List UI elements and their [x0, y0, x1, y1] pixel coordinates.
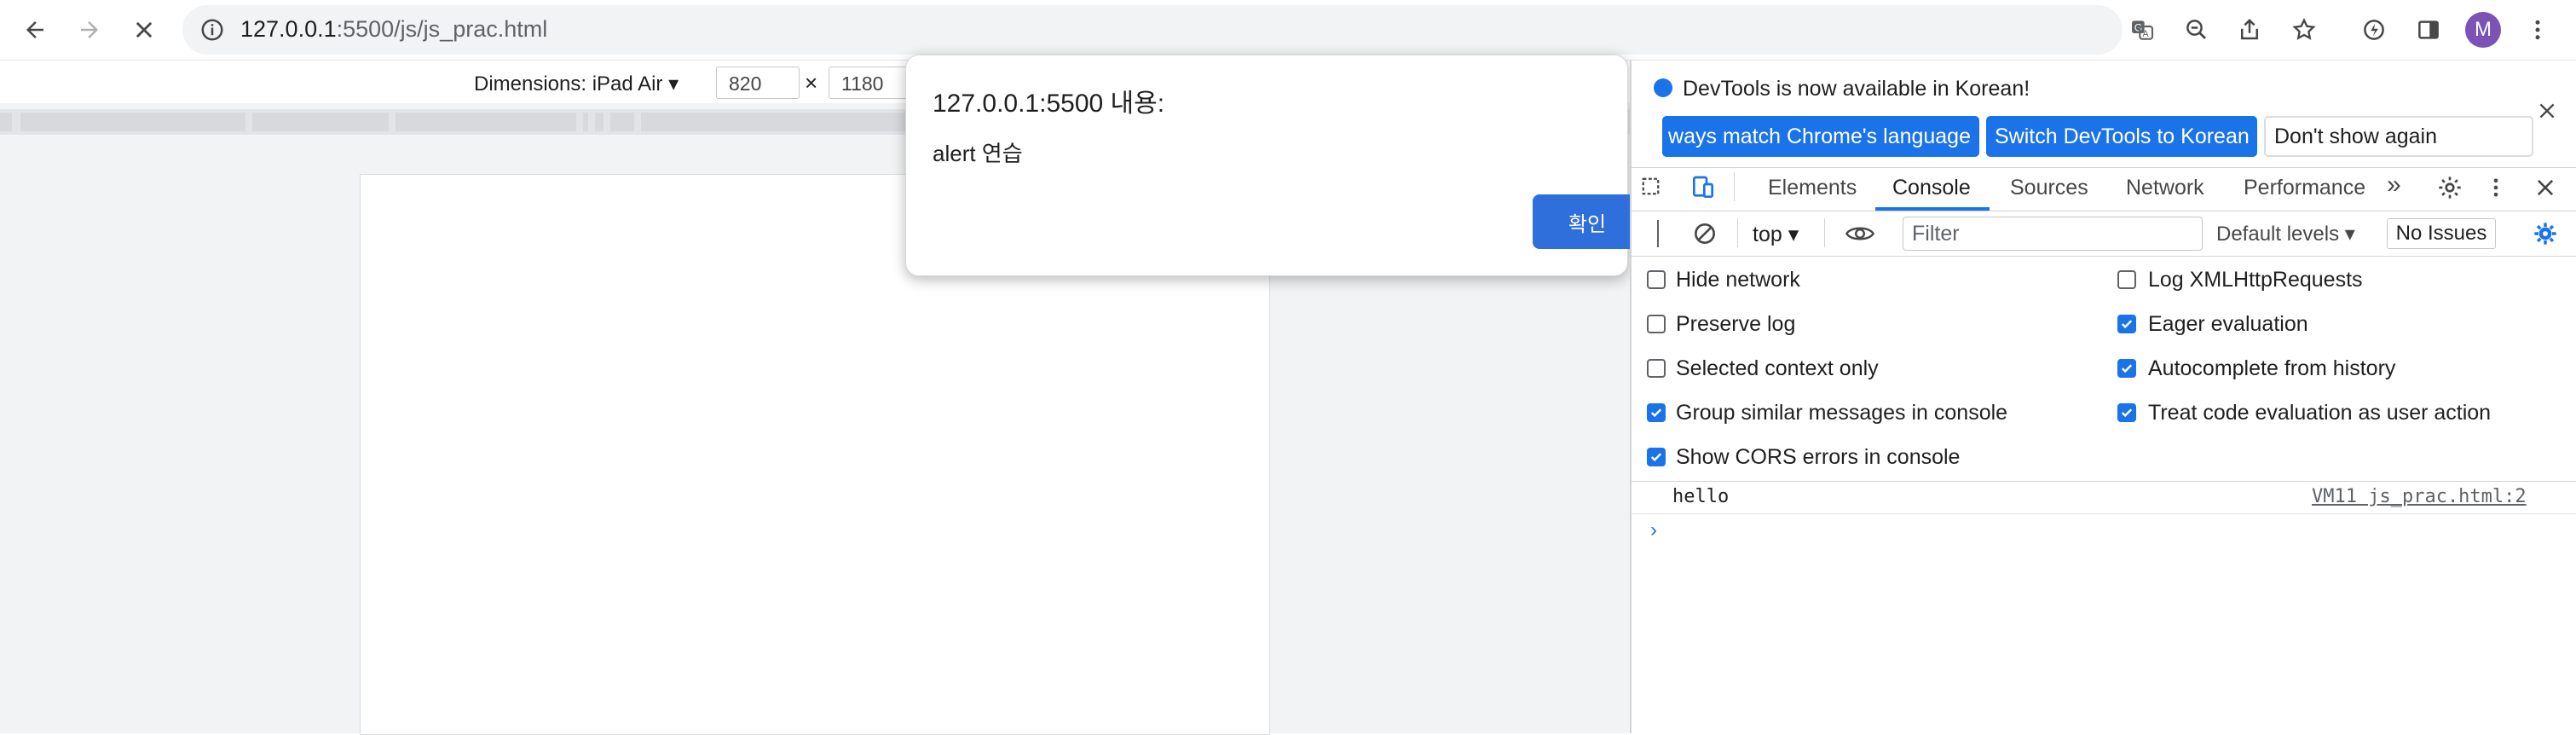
- extension-icon[interactable]: [2354, 10, 2394, 49]
- more-menu-icon[interactable]: [2518, 10, 2557, 49]
- clear-console-icon[interactable]: [1691, 220, 1718, 247]
- toolbar-divider: [1734, 172, 1735, 201]
- forward-icon[interactable]: [70, 10, 109, 49]
- inspect-element-icon[interactable]: [1640, 176, 1666, 201]
- alert-ok-button[interactable]: 확인: [1533, 194, 1642, 249]
- devtools-menu-icon[interactable]: [2484, 176, 2508, 200]
- media-query-segment[interactable]: [641, 113, 905, 131]
- more-tabs-icon[interactable]: »: [2387, 171, 2401, 200]
- context-selector[interactable]: top ▾: [1753, 222, 1799, 247]
- media-query-segment[interactable]: [20, 113, 245, 131]
- tab-network[interactable]: Network: [2126, 176, 2204, 200]
- tab-elements[interactable]: Elements: [1768, 176, 1857, 200]
- translate-icon[interactable]: GA: [2123, 10, 2162, 49]
- alert-message: alert 연습: [933, 141, 1023, 166]
- label-hide-network: Hide network: [1676, 268, 1800, 292]
- checkbox-log-xhr[interactable]: [2117, 270, 2136, 289]
- avatar[interactable]: M: [2465, 12, 2501, 48]
- checkbox-hide-network[interactable]: [1647, 270, 1666, 289]
- label-show-cors-errors: Show CORS errors in console: [1676, 445, 1961, 469]
- checkbox-group-similar[interactable]: [1647, 403, 1666, 422]
- media-query-segment[interactable]: [252, 113, 389, 131]
- live-expression-eye-icon[interactable]: [1845, 222, 1875, 246]
- label-autocomplete-history: Autocomplete from history: [2148, 356, 2396, 380]
- device-width-input[interactable]: 820: [716, 67, 800, 99]
- url-host: 127.0.0.1: [240, 16, 337, 42]
- side-panel-icon[interactable]: [2409, 10, 2448, 49]
- media-query-segment[interactable]: [595, 113, 604, 131]
- console-filter-input[interactable]: Filter: [1903, 217, 2203, 251]
- media-query-segment[interactable]: [396, 113, 576, 131]
- share-icon[interactable]: [2230, 10, 2269, 49]
- label-log-xhr: Log XMLHttpRequests: [2148, 268, 2363, 292]
- console-prompt-icon[interactable]: ›: [1650, 518, 1657, 542]
- settings-gear-icon[interactable]: [2436, 174, 2463, 201]
- label-eager-evaluation: Eager evaluation: [2148, 312, 2308, 336]
- tab-sources[interactable]: Sources: [2010, 176, 2088, 200]
- checkbox-eager-evaluation[interactable]: [2117, 315, 2136, 333]
- bookmark-star-icon[interactable]: [2284, 10, 2324, 49]
- media-query-segment[interactable]: [0, 113, 12, 131]
- checkbox-treat-as-user-action[interactable]: [2117, 403, 2136, 422]
- dimension-separator: ×: [805, 70, 818, 95]
- info-icon: [1654, 78, 1672, 97]
- language-banner-text: DevTools is now available in Korean!: [1683, 77, 2030, 101]
- device-toggle-icon[interactable]: [1689, 174, 1717, 201]
- site-info-icon[interactable]: [199, 17, 225, 43]
- media-query-segment[interactable]: [583, 113, 588, 131]
- close-devtools-icon[interactable]: [2533, 176, 2557, 200]
- media-query-segment[interactable]: [610, 113, 634, 131]
- match-language-button[interactable]: ways match Chrome's language: [1662, 116, 1979, 157]
- toolbar-divider: [1737, 218, 1738, 247]
- url-text[interactable]: 127.0.0.1:5500/js/js_prac.html: [240, 15, 547, 43]
- switch-to-korean-button[interactable]: Switch DevTools to Korean: [1986, 116, 2257, 157]
- checkbox-autocomplete-history[interactable]: [2117, 359, 2136, 378]
- svg-text:A: A: [2143, 29, 2150, 39]
- close-icon[interactable]: [2532, 95, 2562, 126]
- log-levels-dropdown[interactable]: Default levels ▾: [2216, 222, 2355, 246]
- label-treat-as-user-action: Treat code evaluation as user action: [2148, 401, 2492, 425]
- issues-button[interactable]: No Issues: [2387, 218, 2496, 249]
- console-message-source-link[interactable]: VM11 js_prac.html:2: [2312, 486, 2527, 507]
- checkbox-selected-context-only[interactable]: [1647, 359, 1666, 378]
- sidebar-toggle-icon[interactable]: [1657, 220, 1659, 247]
- alert-title: 127.0.0.1:5500 내용:: [933, 90, 1165, 118]
- avatar-letter: M: [2475, 18, 2492, 41]
- zoom-icon[interactable]: [2177, 10, 2216, 49]
- stop-loading-icon[interactable]: [124, 10, 164, 49]
- toolbar-divider: [1824, 218, 1825, 247]
- url-path: :5500/js/js_prac.html: [336, 16, 548, 42]
- dont-show-again-button[interactable]: Don't show again: [2264, 116, 2533, 157]
- console-settings-icon[interactable]: [2532, 220, 2559, 247]
- back-icon[interactable]: [15, 10, 55, 49]
- active-tab-indicator: [1875, 207, 1990, 211]
- checkbox-show-cors-errors[interactable]: [1647, 448, 1666, 466]
- label-selected-context-only: Selected context only: [1676, 356, 1879, 380]
- device-dimensions-select[interactable]: Dimensions: iPad Air ▾: [474, 72, 679, 96]
- device-height-input[interactable]: 1180: [829, 67, 912, 99]
- tab-console[interactable]: Console: [1892, 176, 1971, 200]
- checkbox-preserve-log[interactable]: [1647, 315, 1666, 333]
- label-group-similar: Group similar messages in console: [1676, 401, 2008, 425]
- tab-performance[interactable]: Performance: [2244, 176, 2365, 200]
- console-message-text: hello: [1672, 486, 1730, 507]
- label-preserve-log: Preserve log: [1676, 312, 1796, 336]
